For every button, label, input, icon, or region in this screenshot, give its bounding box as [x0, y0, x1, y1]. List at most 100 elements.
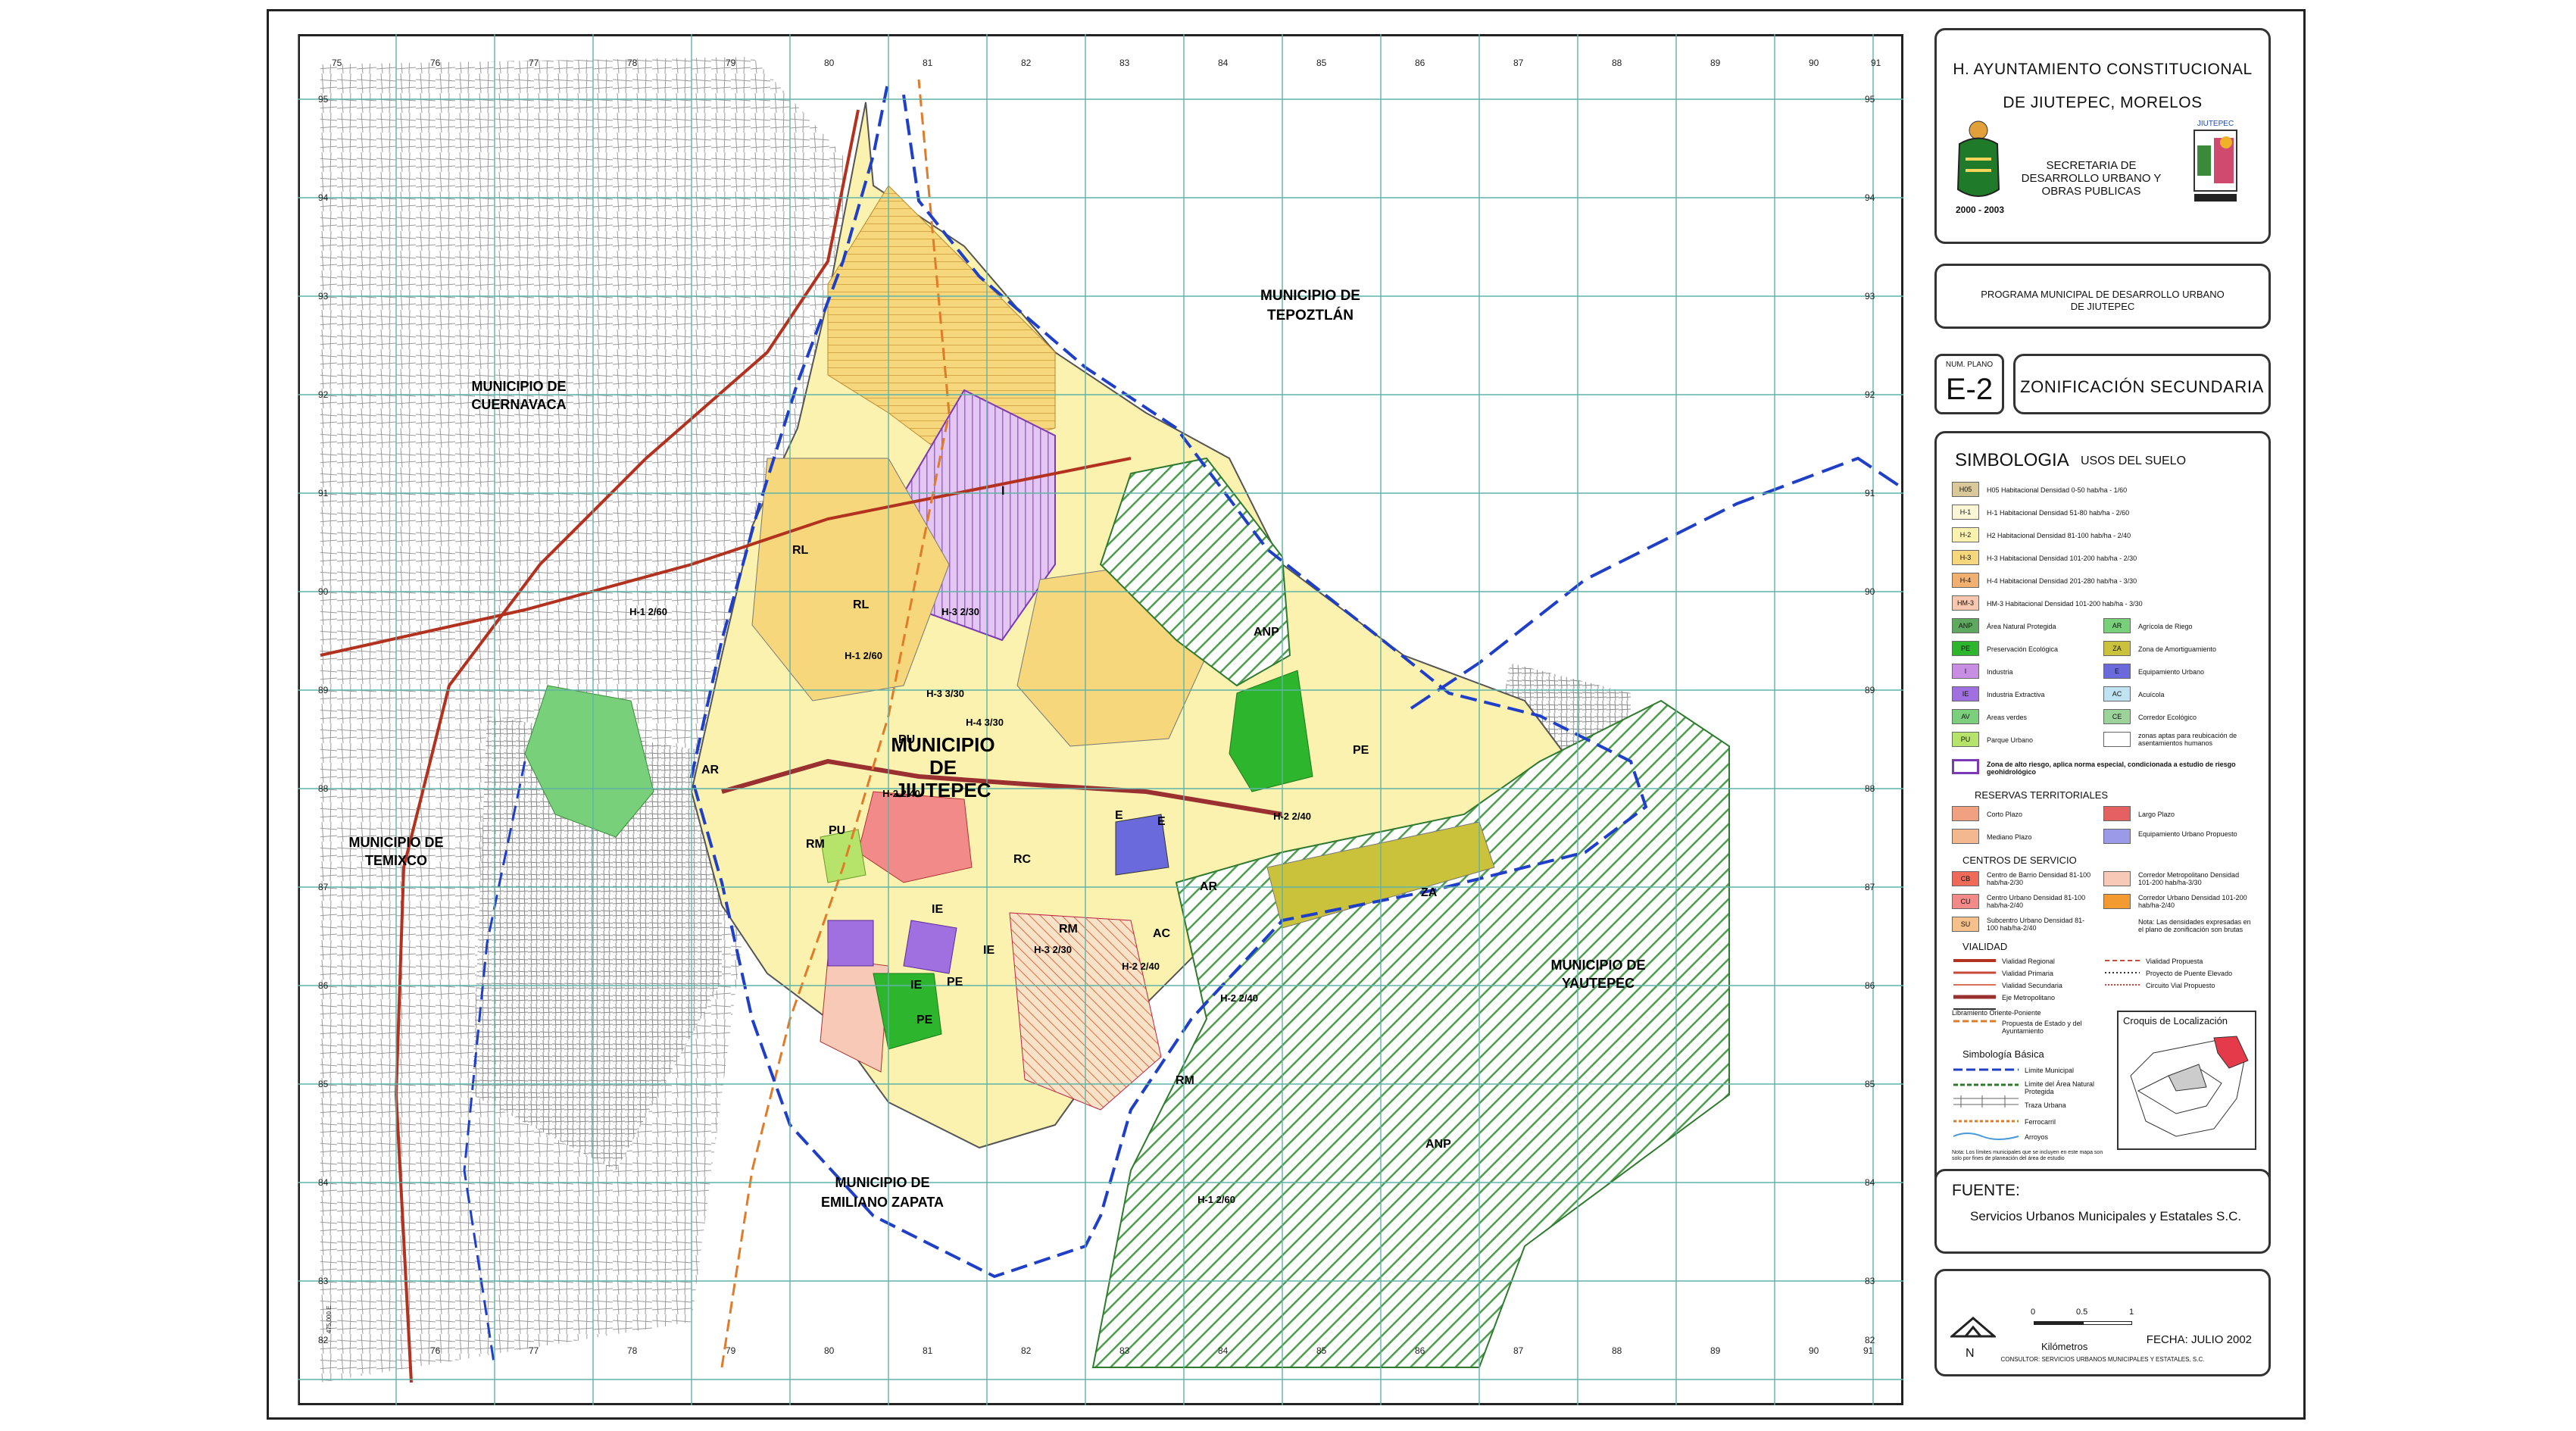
header-title-line2: DE JIUTEPEC, MORELOS — [2003, 94, 2203, 111]
fuente-text: Servicios Urbanos Municipales y Estatale… — [1970, 1209, 2242, 1223]
legend-swatch-cb: CB — [1952, 871, 1979, 886]
zone-label: H-2 2/40 — [1122, 961, 1160, 972]
legend-swatch-pu: PU — [1952, 732, 1979, 747]
basica-heading: Simbología Básica — [1962, 1048, 2044, 1060]
zone-label: H-3 3/30 — [926, 688, 964, 699]
x-tick: 76 — [430, 58, 441, 68]
legend-label-ar: Agrícola de Riego — [2138, 623, 2193, 630]
legend-label-h3: H-3 Habitacional Densidad 101-200 hab/ha… — [1987, 555, 2137, 562]
legend-label-eq-propuesto: Equipamiento Urbano Propuesto — [2138, 830, 2237, 838]
program-line2: DE JIUTEPEC — [2070, 301, 2135, 312]
x-tick: 81 — [923, 58, 933, 68]
industria-extractiva-1 — [827, 920, 874, 967]
y-tick: 89 — [1865, 685, 1875, 695]
fecha-text: FECHA: JULIO 2002 — [2146, 1333, 2252, 1346]
y-tick: 94 — [318, 192, 329, 203]
zone-label: IE — [983, 944, 995, 957]
y-tick: 87 — [1865, 882, 1875, 892]
x-tick: 90 — [1809, 1345, 1819, 1356]
zone-label: PE — [916, 1014, 933, 1026]
jiutepec-logo-icon: JIUTEPEC — [2194, 120, 2237, 202]
y-tick: 83 — [318, 1276, 329, 1286]
zone-label: RM — [806, 838, 825, 851]
legend-swatch-cm — [2103, 871, 2131, 886]
legend-label-mediano: Mediano Plazo — [1987, 833, 2032, 841]
legend-label-h2: H2 Habitacional Densidad 81-100 hab/ha -… — [1987, 532, 2131, 539]
x-tick: 86 — [1415, 58, 1425, 68]
x-tick: 84 — [1218, 58, 1229, 68]
y-tick: 88 — [1865, 783, 1875, 794]
plan-title-panel: ZONIFICACIÓN SECUNDARIA — [2013, 354, 2271, 414]
zone-label: AC — [1153, 927, 1171, 940]
vialidad-symbols — [1953, 959, 1996, 1023]
legend-subheading: USOS DEL SUELO — [2081, 455, 2187, 467]
legend-swatch-za: ZA — [2103, 641, 2131, 656]
legend-label-su: Subcentro Urbano Densidad 81-100 hab/ha-… — [1987, 917, 2085, 932]
legend-swatch-ie: IE — [1952, 686, 1979, 701]
circuito-vial-label: Circuito Vial Propuesto — [2146, 982, 2215, 989]
label-yautepec: MUNICIPIO DE YAUTEPEC — [1550, 958, 1646, 991]
x-tick: 85 — [1316, 58, 1327, 68]
legend-label-pe: Preservación Ecológica — [1987, 645, 2059, 653]
legend-swatch-largo — [2103, 806, 2131, 821]
y-tick: 89 — [318, 685, 329, 695]
limite-municipal-tepoztlan — [1410, 456, 1903, 710]
y-tick: 84 — [318, 1177, 329, 1188]
zone-label: PE — [1353, 744, 1369, 757]
y-tick: 92 — [1865, 389, 1875, 400]
vialidad-regional-label: Vialidad Regional — [2002, 958, 2055, 965]
scale-tick: 0.5 — [2076, 1308, 2088, 1317]
y-tick: 94 — [1865, 192, 1875, 203]
zone-label: H-2 2/40 — [1220, 992, 1258, 1004]
legend-swatch-av: AV — [1952, 709, 1979, 724]
x-tick: 83 — [1119, 1345, 1130, 1356]
legend-label-largo: Largo Plazo — [2138, 811, 2175, 818]
legend-label-corto: Corto Plazo — [1987, 811, 2023, 818]
x-tick: 88 — [1612, 1345, 1622, 1356]
legend-swatch-ar: AR — [2103, 618, 2131, 633]
y-tick: 86 — [318, 980, 329, 991]
legend-label-cu: Centro Urbano Densidad 81-100 hab/ha-2/4… — [1987, 894, 2086, 909]
vialidad-primaria-label: Vialidad Primaria — [2002, 970, 2053, 977]
x-tick: 77 — [529, 58, 539, 68]
zone-label: IE — [932, 903, 944, 916]
legend-label-e: Equipamiento Urbano — [2138, 668, 2205, 676]
x-tick: 91 — [1871, 58, 1881, 68]
x-tick: 91 — [1863, 1345, 1874, 1356]
legend-label-ac: Acuícola — [2138, 691, 2165, 698]
x-tick: 83 — [1119, 58, 1130, 68]
consultor-text: CONSULTOR: SERVICIOS URBANOS MUNICIPALES… — [2000, 1356, 2205, 1363]
legend-swatch-h3: H-3 — [1952, 550, 1979, 565]
x-tick: 87 — [1513, 1345, 1524, 1356]
legend-swatch-h05: H05 — [1952, 482, 1979, 497]
legend-label-h1: H-1 Habitacional Densidad 51-80 hab/ha -… — [1987, 509, 2130, 517]
program-line1: PROGRAMA MUNICIPAL DE DESARROLLO URBANO — [1981, 289, 2225, 300]
arroyos-label: Arroyos — [2025, 1133, 2049, 1141]
x-tick: 87 — [1513, 58, 1524, 68]
zone-label: RL — [853, 598, 870, 611]
y-tick: 95 — [318, 94, 329, 105]
zone-label: H-2 2/40 — [1273, 811, 1311, 822]
y-tick: 91 — [1865, 488, 1875, 498]
zone-label: ZA — [1421, 886, 1438, 899]
croquis-map — [2130, 1036, 2249, 1137]
y-tick: 93 — [318, 291, 329, 302]
legend-label-h05: H05 Habitacional Densidad 0-50 hab/ha - … — [1987, 486, 2128, 494]
ayuntamiento-shield-icon — [1956, 120, 2000, 197]
legend-label-i: Industria — [1987, 668, 2013, 676]
x-tick: 75 — [332, 58, 342, 68]
legend-label-av: Areas verdes — [1987, 714, 2028, 721]
label-cuernavaca: MUNICIPIO DE CUERNAVACA — [471, 379, 567, 412]
corner-coordinate: 475,000 E — [326, 1305, 333, 1333]
legend-label-cur: Corredor Urbano Densidad 101-200 hab/ha-… — [2138, 894, 2247, 909]
zone-label: H-1 2/60 — [845, 650, 882, 661]
zone-label: PE — [947, 976, 963, 989]
legend-label-zr: zonas aptas para reubicación de asentami… — [2138, 732, 2237, 747]
legend-swatch-anp: ANP — [1952, 618, 1979, 633]
y-tick: 82 — [318, 1335, 329, 1345]
limite-municipal-label: Límite Municipal — [2025, 1067, 2075, 1074]
x-tick: 82 — [1021, 58, 1032, 68]
zone-label: H-1 2/60 — [1197, 1194, 1235, 1205]
x-tick: 89 — [1710, 58, 1721, 68]
y-tick: 92 — [318, 389, 329, 400]
